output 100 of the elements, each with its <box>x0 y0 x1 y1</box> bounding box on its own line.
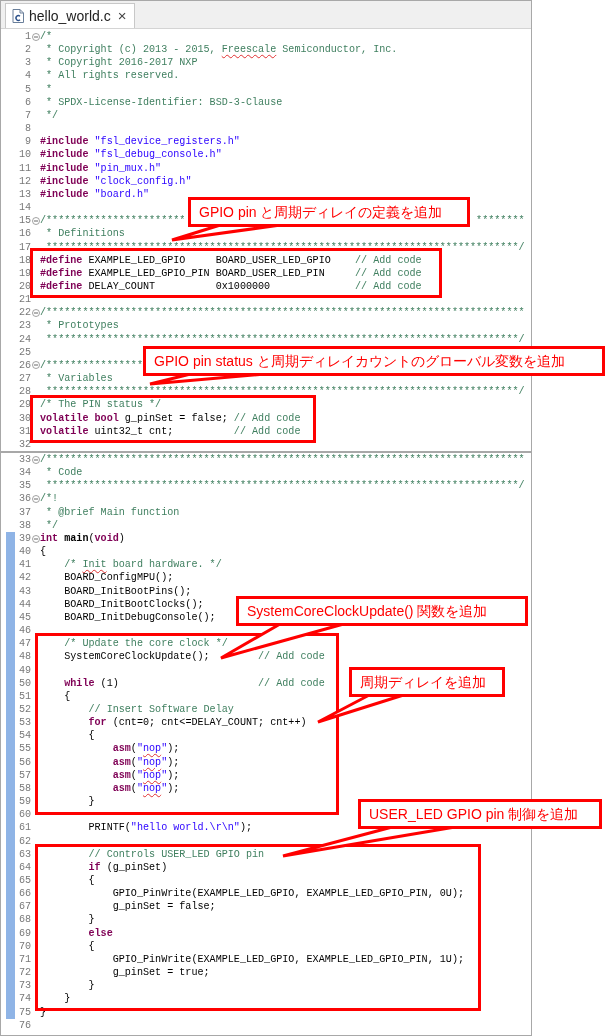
line-number: 51 <box>17 689 31 703</box>
code-line: /*********************** <box>40 214 186 228</box>
line-number: 24 <box>17 332 31 346</box>
code-line: #include "clock_config.h" <box>40 174 192 188</box>
line-number: 29 <box>17 398 31 412</box>
code-line: SystemCoreClockUpdate(); // Add code <box>63 650 325 664</box>
line-number: 1 <box>23 30 31 44</box>
code-line: g_pinSet = false; <box>111 900 216 914</box>
line-number: 34 <box>17 466 31 480</box>
line-number: 49 <box>17 663 31 677</box>
collapse-icon[interactable] <box>31 32 40 41</box>
code-line: for (cnt=0; cnt<=DELAY_COUNT; cnt++) <box>87 716 307 730</box>
line-number: 69 <box>17 926 31 940</box>
line-number: 36 <box>17 492 31 506</box>
line-number: 16 <box>17 227 31 241</box>
line-number: 65 <box>17 874 31 888</box>
line-number: 62 <box>17 834 31 848</box>
code-line: * Copyright (c) 2013 - 2015, Freescale Semiconductor, Inc. <box>45 43 398 57</box>
line-number: 10 <box>17 148 31 162</box>
line-number: 22 <box>17 306 31 320</box>
code-line: */ <box>45 108 59 123</box>
line-number: 11 <box>17 161 31 175</box>
file-tab[interactable]: hello_world.c × <box>5 2 136 28</box>
line-number: 9 <box>23 135 31 149</box>
line-number: 63 <box>17 847 31 861</box>
code-line: asm("nop"); <box>111 742 180 756</box>
line-number: 14 <box>17 201 31 215</box>
line-number: 59 <box>17 795 31 809</box>
callout-label: USER_LED GPIO pin 制御を追加 <box>358 799 602 829</box>
code-line: { <box>40 545 47 559</box>
line-number: 28 <box>17 385 31 399</box>
code-line: } <box>63 992 71 1006</box>
collapse-icon[interactable] <box>31 216 40 225</box>
line-number: 42 <box>17 571 31 585</box>
line-number: 30 <box>17 411 31 425</box>
line-number: 53 <box>17 716 31 730</box>
collapse-icon[interactable] <box>31 495 40 504</box>
code-line: /* <box>40 30 53 44</box>
code-line: BOARD_InitDebugConsole(); <box>63 610 216 625</box>
line-number: 48 <box>17 650 31 664</box>
collapse-icon[interactable] <box>31 534 40 543</box>
line-number: 2 <box>23 43 31 57</box>
code-line: g_pinSet = true; <box>111 966 210 980</box>
line-number: 66 <box>17 887 31 901</box>
code-line: ******************************************************************************/ <box>45 332 525 346</box>
code-line: { <box>87 939 95 953</box>
code-line: #define DELAY_COUNT 0x1000000 // Add code <box>40 279 422 294</box>
line-number: 5 <box>23 82 31 96</box>
line-number: 75 <box>17 1005 31 1019</box>
collapse-icon[interactable] <box>31 361 40 370</box>
code-line: /******************************************************************************* <box>40 453 525 467</box>
close-button[interactable]: × <box>117 7 127 24</box>
line-number: 15 <box>17 214 31 228</box>
code-line: else <box>87 926 113 940</box>
code-line: asm("nop"); <box>111 755 180 769</box>
code-line: GPIO_PinWrite(EXAMPLE_LED_GPIO, EXAMPLE_LED_GPIO_PIN, 1U); <box>111 952 464 967</box>
code-line: int main(void) <box>40 531 125 546</box>
code-line: // Controls USER_LED GPIO pin <box>87 847 265 861</box>
line-number: 41 <box>17 558 31 572</box>
line-number: 31 <box>17 424 31 438</box>
line-number: 76 <box>17 1018 31 1032</box>
code-line: #include "fsl_device_registers.h" <box>40 135 240 149</box>
line-number: 39 <box>17 531 31 546</box>
code-line: * Variables <box>45 372 113 386</box>
code-line: * All rights reserved. <box>45 69 180 83</box>
line-number: 4 <box>23 69 31 83</box>
code-line: ******************************************************************************/ <box>45 479 525 493</box>
line-number: 18 <box>17 253 31 267</box>
line-number: 60 <box>17 808 31 822</box>
code-line: #include "pin_mux.h" <box>40 161 162 175</box>
code-line: * Copyright 2016-2017 NXP <box>45 56 198 70</box>
code-line: { <box>87 729 95 743</box>
code-line: BOARD_InitBootPins(); <box>63 584 192 598</box>
code-line: asm("nop"); <box>111 768 180 782</box>
code-line: GPIO_PinWrite(EXAMPLE_LED_GPIO, EXAMPLE_LED_GPIO_PIN, 0U); <box>111 887 464 901</box>
line-number: 20 <box>17 279 31 294</box>
code-line: /**************** <box>40 358 143 373</box>
code-line: ******** <box>476 214 525 228</box>
line-number: 45 <box>17 610 31 625</box>
line-number: 43 <box>17 584 31 598</box>
line-number: 71 <box>17 952 31 967</box>
collapse-icon[interactable] <box>31 455 40 464</box>
code-line: asm("nop"); <box>111 781 180 796</box>
line-number: 55 <box>17 742 31 756</box>
line-number: 56 <box>17 755 31 769</box>
line-number: 61 <box>17 821 31 835</box>
code-line: while (1) // Add code <box>63 676 325 690</box>
line-number: 50 <box>17 676 31 690</box>
line-number: 73 <box>17 979 31 993</box>
line-number: 70 <box>17 939 31 953</box>
code-line: #include "fsl_debug_console.h" <box>40 148 222 162</box>
code-line: * @brief Main function <box>45 505 180 519</box>
line-number: 64 <box>17 860 31 874</box>
line-number: 19 <box>17 266 31 280</box>
code-line: ******************************************************************************/ <box>45 385 525 399</box>
code-line: } <box>87 913 95 927</box>
code-line: #define EXAMPLE_LED_GPIO_PIN BOARD_USER_LED_PIN // Add code <box>40 266 422 280</box>
line-number: 7 <box>23 108 31 123</box>
collapse-icon[interactable] <box>31 308 40 317</box>
code-line: * SPDX-License-Identifier: BSD-3-Clause <box>45 95 283 109</box>
